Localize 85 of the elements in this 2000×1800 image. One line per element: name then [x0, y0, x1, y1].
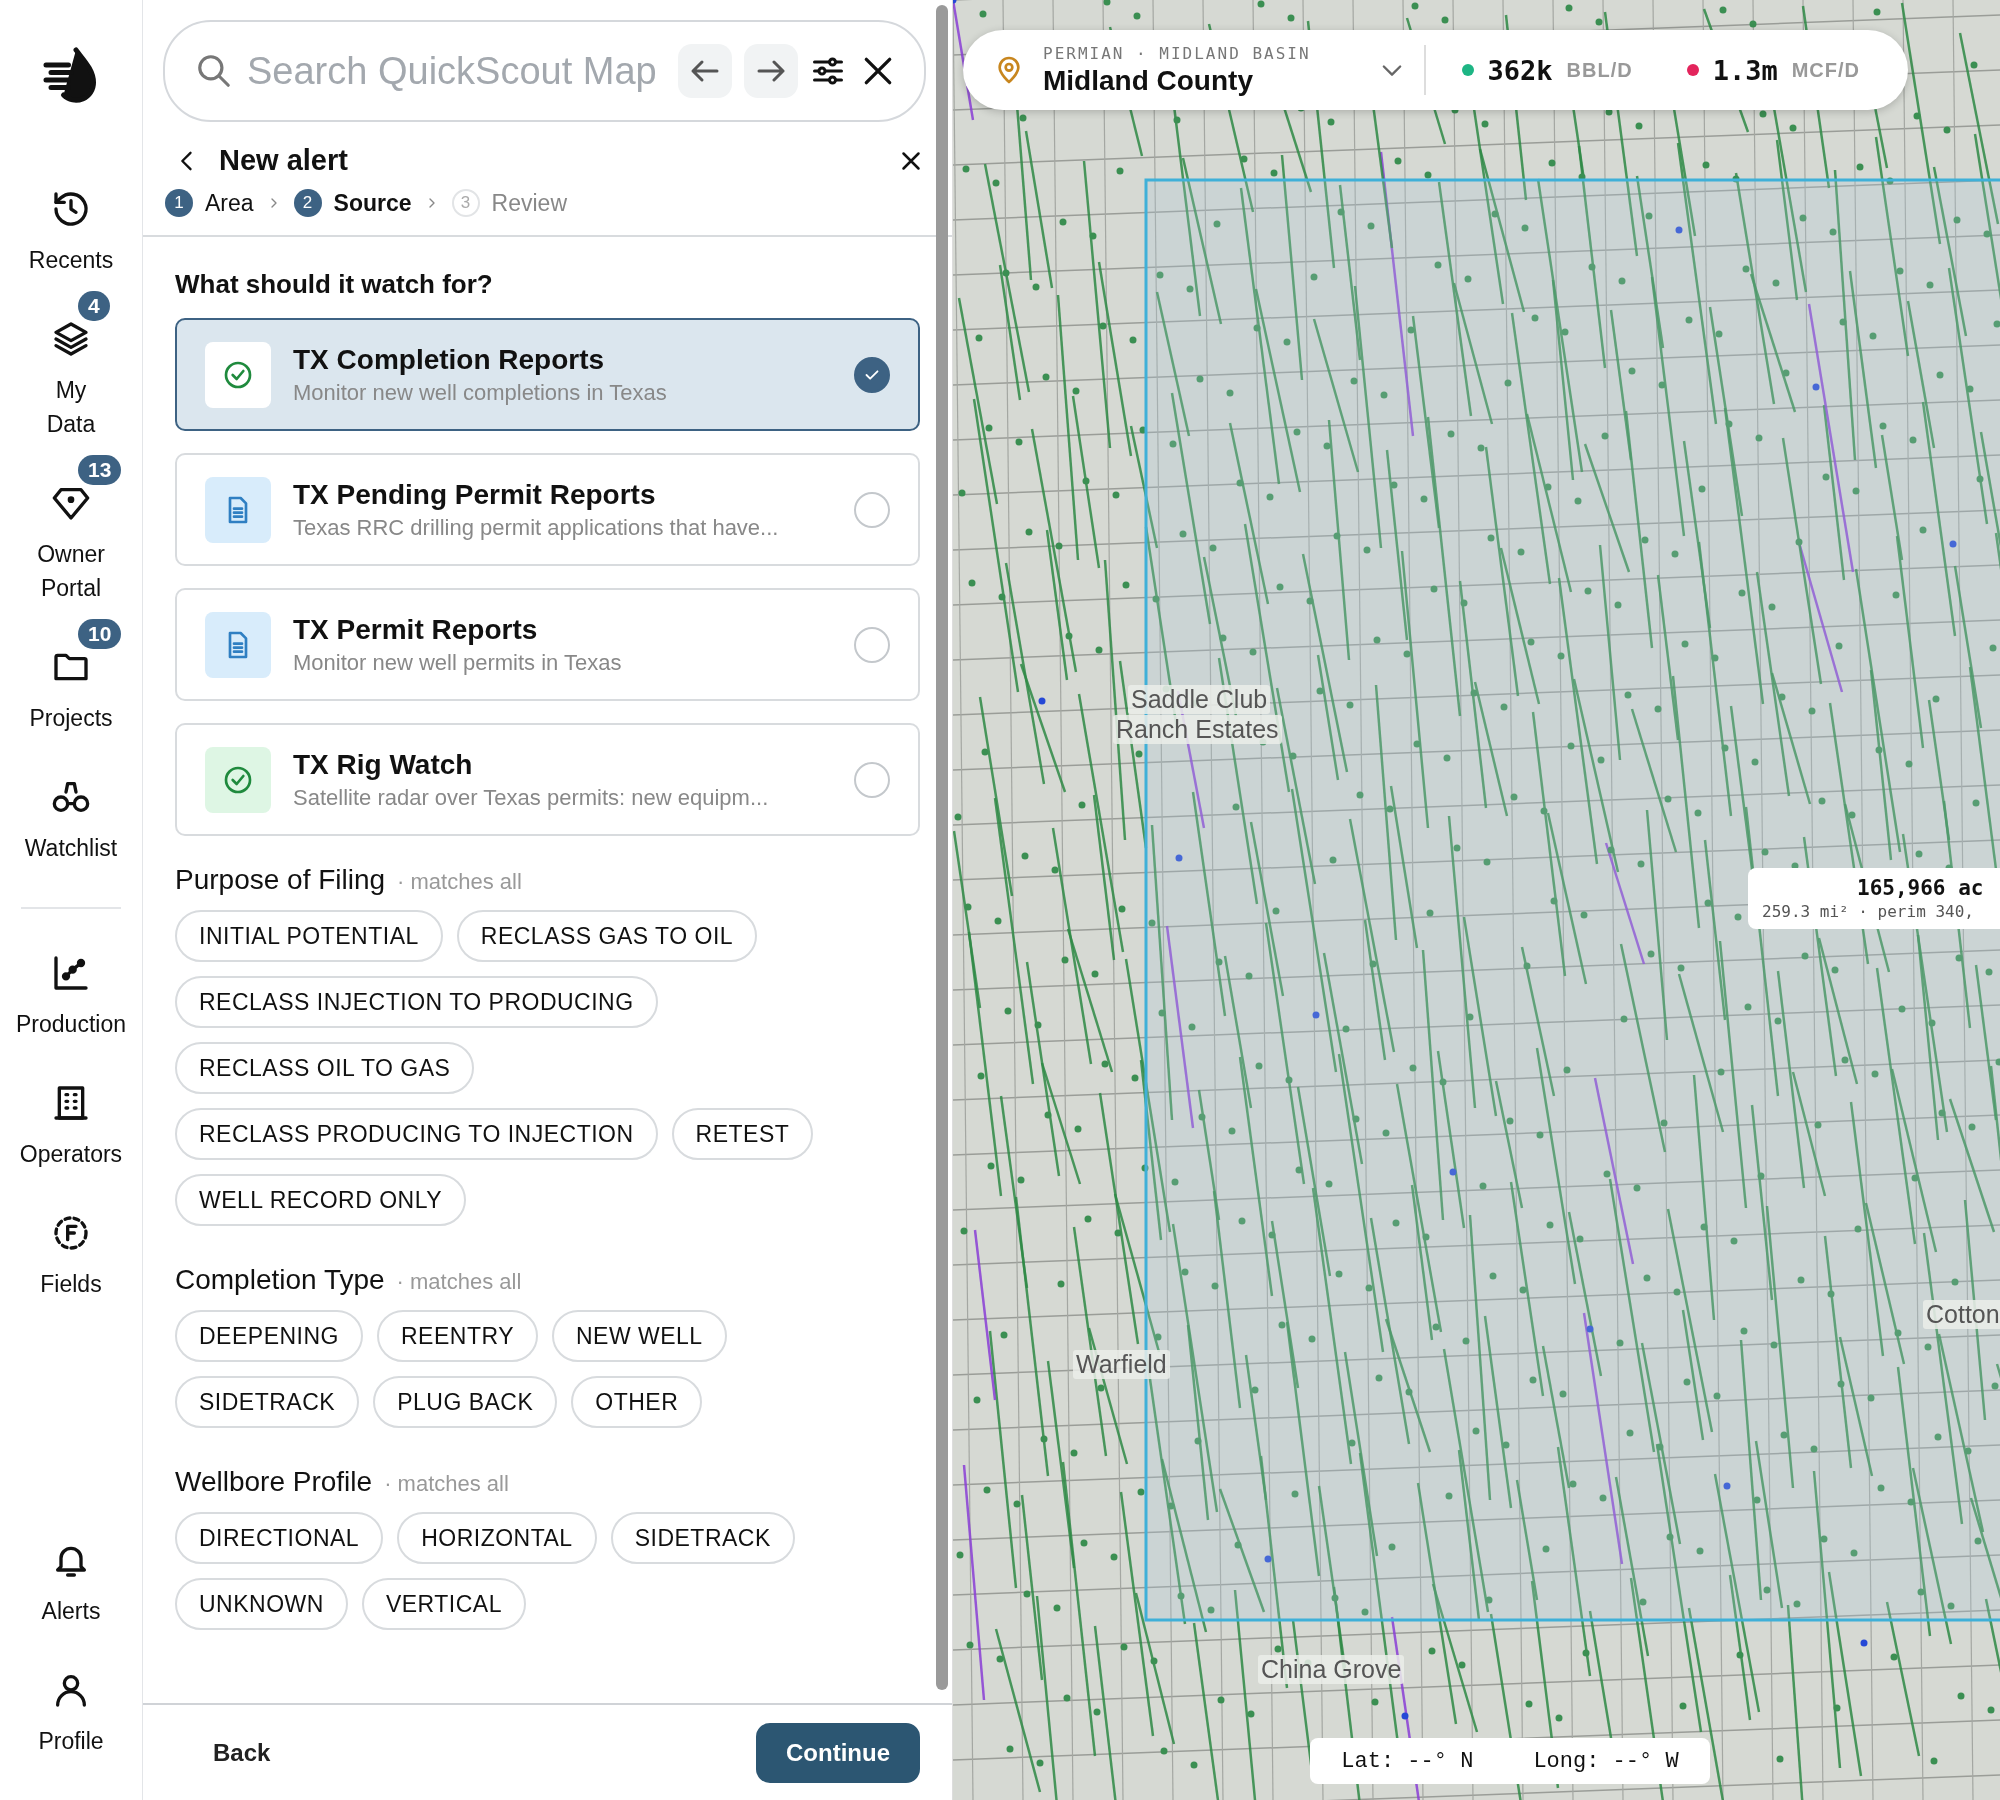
- nav-item[interactable]: Operators: [6, 1083, 136, 1171]
- continue-button[interactable]: Continue: [756, 1722, 920, 1783]
- radio-indicator: [854, 491, 890, 528]
- radio-indicator: [854, 626, 890, 663]
- step-label: Source: [333, 189, 412, 217]
- nav-item[interactable]: Recents: [6, 189, 136, 277]
- forward-arrow-button[interactable]: [744, 44, 798, 98]
- place-label: Warfield: [1073, 1350, 1170, 1379]
- nav-item[interactable]: Fields: [6, 1213, 136, 1301]
- option-description: Monitor new well completions in Texas: [293, 379, 668, 406]
- filter-heading: Completion Type: [175, 1264, 385, 1296]
- field-icon: [51, 1213, 91, 1253]
- option-title: TX Permit Reports: [293, 613, 539, 646]
- step-number: 1: [165, 189, 193, 217]
- filter-chip[interactable]: SIDETRACK: [175, 1376, 360, 1428]
- layers-icon: [51, 319, 91, 359]
- filter-chip[interactable]: RECLASS GAS TO OIL: [456, 910, 758, 962]
- source-option[interactable]: TX Completion Reports Monitor new well completions in Texas: [175, 318, 920, 431]
- filter-chip[interactable]: WELL RECORD ONLY: [175, 1174, 467, 1226]
- nav-item[interactable]: Production: [6, 953, 136, 1041]
- search-icon: [195, 52, 233, 90]
- coordinate-readout: Lat: --° N: [1341, 1748, 1474, 1774]
- filter-chip[interactable]: VERTICAL: [361, 1578, 526, 1630]
- option-description: Monitor new well permits in Texas: [293, 649, 623, 676]
- source-option[interactable]: TX Pending Permit Reports Texas RRC drilling permit applications that have...: [175, 453, 920, 566]
- filter-chip[interactable]: UNKNOWN: [175, 1578, 348, 1630]
- filter-chip[interactable]: RECLASS OIL TO GAS: [175, 1042, 475, 1094]
- count-badge: 13: [78, 455, 122, 485]
- stat-unit: BBL/D: [1566, 58, 1633, 82]
- count-badge: 10: [78, 619, 122, 649]
- county-name: Midland County: [1043, 64, 1254, 97]
- stat-unit: MCF/D: [1791, 58, 1860, 82]
- option-description: Texas RRC drilling permit applications that have...: [293, 514, 780, 541]
- filter-chip[interactable]: OTHER: [571, 1376, 703, 1428]
- filter-chip[interactable]: DEEPENING: [175, 1310, 363, 1362]
- nav-item[interactable]: Owner Portal: [6, 483, 136, 605]
- nav-item[interactable]: My Data: [6, 319, 136, 441]
- nav-item[interactable]: Alerts: [6, 1540, 136, 1628]
- option-description: Satellite radar over Texas permits: new equipm...: [293, 784, 770, 811]
- filter-chip[interactable]: INITIAL POTENTIAL: [175, 910, 443, 962]
- filter-note: · matches all: [396, 1269, 522, 1295]
- back-button[interactable]: Back: [193, 1726, 291, 1779]
- source-option[interactable]: TX Rig Watch Satellite radar over Texas permits: new equipm...: [175, 723, 920, 836]
- panel-title: New alert: [219, 144, 349, 177]
- step-label: Review: [491, 189, 567, 217]
- stat-value: 362k: [1487, 54, 1553, 86]
- filter-chip[interactable]: PLUG BACK: [373, 1376, 558, 1428]
- region-label: PERMIAN · MIDLAND BASIN: [1043, 43, 1312, 63]
- step-label: Area: [205, 189, 254, 217]
- option-title: TX Pending Permit Reports: [293, 478, 657, 511]
- filter-chip[interactable]: RECLASS PRODUCING TO INJECTION: [175, 1108, 658, 1160]
- place-label: China Grove: [1258, 1655, 1405, 1684]
- section-heading: What should it watch for?: [175, 269, 494, 300]
- filter-note: · matches all: [397, 869, 522, 895]
- coordinate-readout: Long: --° W: [1533, 1748, 1679, 1774]
- filter-chip[interactable]: NEW WELL: [552, 1310, 727, 1362]
- stat-value: 1.3m: [1712, 54, 1778, 86]
- count-badge: 4: [78, 291, 110, 321]
- filter-chip[interactable]: RECLASS INJECTION TO PRODUCING: [175, 976, 658, 1028]
- nav-item[interactable]: Profile: [6, 1670, 136, 1758]
- place-label: Ranch Estates: [1113, 715, 1282, 744]
- search-field[interactable]: Search QuickScout Map: [245, 48, 666, 94]
- nav-item[interactable]: Projects: [6, 647, 136, 735]
- filter-heading: Wellbore Profile: [175, 1466, 373, 1498]
- filter-heading: Purpose of Filing: [175, 864, 386, 896]
- source-option[interactable]: TX Permit Reports Monitor new well permits in Texas: [175, 588, 920, 701]
- option-title: TX Completion Reports: [293, 343, 606, 376]
- back-arrow-button[interactable]: [678, 44, 732, 98]
- step-number: 2: [293, 189, 322, 217]
- radio-indicator: [854, 761, 890, 798]
- history-icon: [51, 189, 91, 229]
- filter-chip[interactable]: REENTRY: [377, 1310, 538, 1362]
- filter-chip[interactable]: DIRECTIONAL: [175, 1512, 384, 1564]
- scrollbar[interactable]: [936, 5, 948, 1690]
- step-number: 3: [451, 189, 480, 217]
- filter-note: · matches all: [384, 1471, 509, 1497]
- area-detail: 259.3 mi² · perim 340,: [1762, 902, 1975, 921]
- option-title: TX Rig Watch: [293, 748, 474, 781]
- filter-chip[interactable]: RETEST: [671, 1108, 814, 1160]
- filter-chip[interactable]: HORIZONTAL: [397, 1512, 597, 1564]
- nav-item[interactable]: Watchlist: [6, 777, 136, 865]
- place-label: Saddle Club: [1128, 685, 1271, 714]
- area-acres: 165,966 ac: [1856, 876, 1985, 900]
- filter-chip[interactable]: SIDETRACK: [610, 1512, 795, 1564]
- place-label: Cotton: [1923, 1300, 2000, 1329]
